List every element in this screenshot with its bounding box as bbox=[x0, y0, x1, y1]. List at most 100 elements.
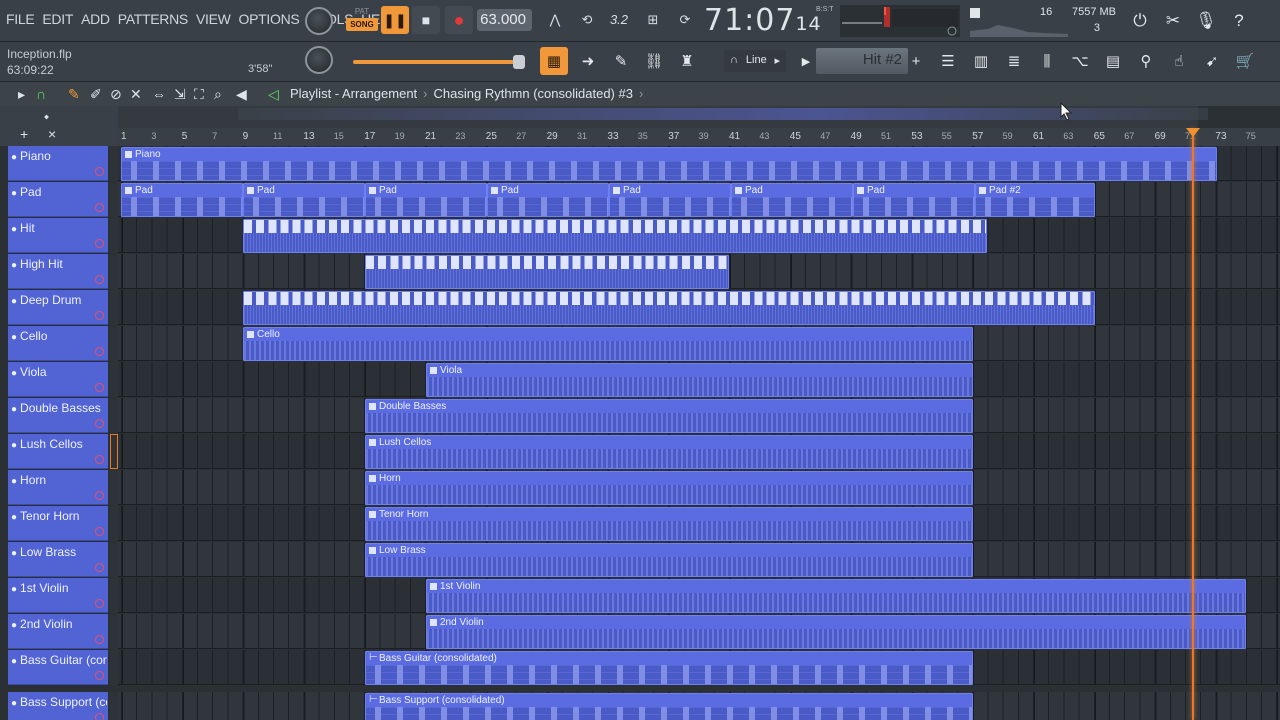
track-record-icon[interactable] bbox=[95, 275, 104, 284]
track-power-icon[interactable]: ● bbox=[11, 620, 17, 631]
track-record-icon[interactable] bbox=[95, 239, 104, 248]
track-record-icon[interactable] bbox=[95, 419, 104, 428]
select-tool-icon[interactable]: ⛶ bbox=[194, 86, 204, 103]
tweak-icon[interactable]: ➹ bbox=[1198, 47, 1226, 75]
track-record-icon[interactable] bbox=[95, 347, 104, 356]
pattern-clip[interactable]: Horn bbox=[365, 471, 973, 505]
track-lane[interactable]: Bass Support (consolidated) bbox=[118, 692, 1280, 720]
track-header[interactable]: ● Double Basses bbox=[8, 398, 108, 433]
stop-button[interactable]: ■ bbox=[412, 6, 440, 34]
track-power-icon[interactable]: ● bbox=[11, 440, 17, 451]
pattern-clip[interactable]: Pad bbox=[121, 183, 243, 217]
mute-tool-icon[interactable]: ✕ bbox=[130, 86, 142, 103]
pattern-clip[interactable]: 2nd Violin bbox=[426, 615, 1246, 649]
magnet-snap-icon[interactable]: ∩ bbox=[36, 86, 46, 102]
track-record-icon[interactable] bbox=[95, 455, 104, 464]
track-select-slot[interactable] bbox=[110, 650, 118, 685]
pattern-clip[interactable]: Lush Cellos bbox=[365, 435, 973, 469]
menu-add[interactable]: ADD bbox=[81, 11, 110, 27]
track-select-slot[interactable] bbox=[110, 146, 118, 181]
track-header[interactable]: ●Bass Support (con... bbox=[8, 692, 108, 720]
track-record-icon[interactable] bbox=[95, 527, 104, 536]
track-select-slot[interactable] bbox=[110, 434, 118, 469]
track-power-icon[interactable]: ● bbox=[11, 584, 17, 595]
menu-file[interactable]: FILE bbox=[6, 11, 35, 27]
track-power-icon[interactable]: ● bbox=[11, 404, 17, 415]
paint-tool-icon[interactable]: ✐ bbox=[90, 86, 102, 103]
touch-icon[interactable]: ☝ bbox=[1165, 47, 1193, 75]
track-header[interactable]: ● 2nd Violin bbox=[8, 614, 108, 649]
tempo-display[interactable]: 63.000 bbox=[477, 9, 532, 31]
track-record-icon[interactable] bbox=[95, 491, 104, 500]
track-record-icon[interactable] bbox=[95, 563, 104, 572]
track-header[interactable]: ● Lush Cellos bbox=[8, 434, 108, 469]
track-power-icon[interactable]: ● bbox=[11, 476, 17, 487]
track-select-slot[interactable] bbox=[110, 290, 118, 325]
track-lane[interactable]: Cello bbox=[118, 326, 1280, 361]
track-header[interactable]: ● Low Brass bbox=[8, 542, 108, 577]
pattern-clip[interactable]: Pad bbox=[731, 183, 853, 217]
help-icon[interactable]: ? bbox=[1225, 7, 1253, 35]
piano-roll-icon[interactable]: ▦ bbox=[540, 47, 568, 75]
pat-song-toggle[interactable]: PAT SONG bbox=[346, 6, 378, 36]
playlist-overview-scrollbar[interactable] bbox=[118, 106, 1208, 128]
pattern-clip[interactable]: Low Brass bbox=[365, 543, 973, 577]
track-header[interactable]: ● High Hit bbox=[8, 254, 108, 289]
arrow-icon[interactable]: ➜ bbox=[574, 47, 602, 75]
track-lane[interactable]: 1st Violin bbox=[118, 578, 1280, 613]
track-header[interactable]: ● Viola bbox=[8, 362, 108, 397]
step-edit-icon[interactable]: ⊞ bbox=[640, 9, 666, 31]
track-lane[interactable] bbox=[118, 290, 1280, 325]
track-record-icon[interactable] bbox=[95, 311, 104, 320]
pattern-clip[interactable]: Bass Guitar (consolidated) bbox=[365, 651, 973, 685]
pattern-clip[interactable] bbox=[365, 255, 729, 289]
track-power-icon[interactable]: ● bbox=[11, 548, 17, 559]
record-button[interactable]: ● bbox=[445, 6, 473, 34]
pattern-clip[interactable]: Bass Support (consolidated) bbox=[365, 693, 973, 720]
slip-tool-icon[interactable]: ⇔ bbox=[152, 86, 166, 102]
track-lane[interactable]: Bass Guitar (consolidated) bbox=[118, 650, 1280, 685]
pattern-clip[interactable]: Viola bbox=[426, 363, 973, 397]
track-lane[interactable]: 2nd Violin bbox=[118, 614, 1280, 649]
wait-for-input-icon[interactable]: ⟲ bbox=[574, 9, 600, 31]
track-header[interactable]: ● Hit bbox=[8, 218, 108, 253]
track-record-icon[interactable] bbox=[95, 203, 104, 212]
track-header[interactable]: ● Deep Drum bbox=[8, 290, 108, 325]
browser-icon[interactable]: ⌥ bbox=[1066, 47, 1094, 75]
track-power-icon[interactable]: ● bbox=[11, 512, 17, 523]
track-power-icon[interactable]: ● bbox=[11, 260, 17, 271]
track-select-slot[interactable] bbox=[110, 470, 118, 505]
track-select-slot[interactable] bbox=[110, 182, 118, 217]
slice-tool-icon[interactable]: ⇲ bbox=[174, 86, 186, 103]
pattern-clip[interactable]: Pad bbox=[853, 183, 975, 217]
track-power-icon[interactable]: ● bbox=[11, 656, 17, 667]
track-select-slot[interactable] bbox=[110, 614, 118, 649]
track-lane[interactable]: Piano bbox=[118, 146, 1280, 181]
loop-record-icon[interactable]: ⟳ bbox=[672, 9, 698, 31]
cpu-memory-panel[interactable]: 16 7557 MB 3 bbox=[968, 5, 1128, 37]
shop-icon[interactable]: 🛒 bbox=[1231, 47, 1259, 75]
track-power-icon[interactable]: ● bbox=[11, 224, 17, 235]
track-power-icon[interactable]: ● bbox=[11, 296, 17, 307]
track-lane[interactable]: Viola bbox=[118, 362, 1280, 397]
track-lane[interactable] bbox=[118, 254, 1280, 289]
menu-view[interactable]: VIEW bbox=[196, 11, 231, 27]
pattern-clip[interactable]: Double Basses bbox=[365, 399, 973, 433]
track-select-slot[interactable] bbox=[110, 692, 118, 720]
track-header[interactable]: ●Bass Guitar (conso... bbox=[8, 650, 108, 685]
main-volume-knob[interactable] bbox=[305, 46, 333, 74]
track-select-slot[interactable] bbox=[110, 254, 118, 289]
track-header[interactable]: ● Tenor Horn bbox=[8, 506, 108, 541]
countdown-icon[interactable]: 3.2 bbox=[606, 9, 632, 31]
file-icon[interactable]: ▤ bbox=[1099, 47, 1127, 75]
plugin-icon[interactable]: ⚲ bbox=[1132, 47, 1160, 75]
track-power-icon[interactable]: ● bbox=[11, 188, 17, 199]
playhead-marker[interactable] bbox=[1186, 128, 1200, 720]
timeline-ruler[interactable]: 1 5 9 13 17 21 25 29 33 37 41 45 49 53 57 61 65 69 73 3 7 11 1… bbox=[118, 128, 1280, 146]
menu-patterns[interactable]: PATTERNS bbox=[118, 11, 189, 27]
pattern-clip[interactable]: 1st Violin bbox=[426, 579, 1246, 613]
track-power-icon[interactable]: ● bbox=[11, 152, 17, 163]
pencil-icon[interactable]: ✎ bbox=[607, 47, 635, 75]
output-monitor[interactable] bbox=[840, 5, 960, 37]
track-record-icon[interactable] bbox=[95, 383, 104, 392]
